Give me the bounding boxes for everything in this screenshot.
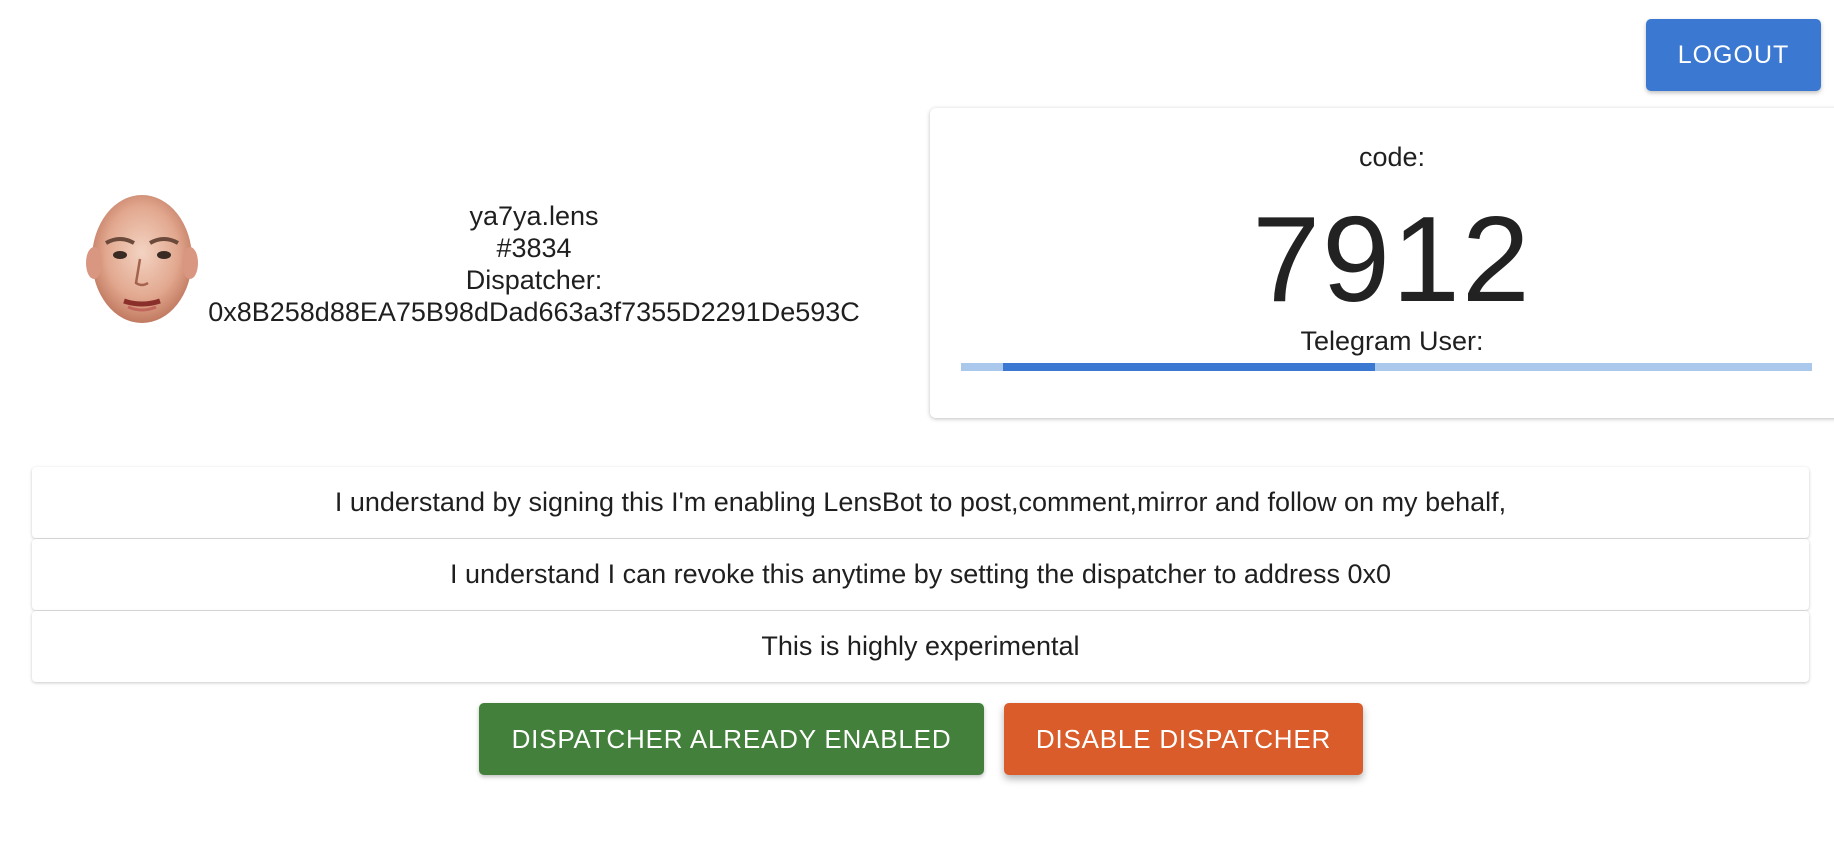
profile-id: #3834: [496, 233, 572, 263]
agreement-text: I understand I can revoke this anytime b…: [449, 559, 1392, 589]
agreement-row-revoke: I understand I can revoke this anytime b…: [32, 539, 1809, 610]
dispatcher-enabled-button[interactable]: DISPATCHER ALREADY ENABLED: [479, 703, 984, 775]
telegram-user-label: Telegram User:: [1300, 326, 1484, 356]
avatar: [80, 195, 204, 329]
dispatcher-address: 0x8B258d88EA75B98dDad663a3f7355D2291De59…: [208, 297, 860, 327]
agreement-text: This is highly experimental: [761, 631, 1080, 661]
agreement-row-enable: I understand by signing this I'm enablin…: [32, 467, 1809, 538]
code-card: code: 7912 Telegram User:: [930, 108, 1834, 418]
profile-handle: ya7ya.lens: [469, 201, 599, 231]
page: LOGOUT ya7ya.lens #3834 Dispatcher: 0x8B…: [0, 0, 1834, 852]
agreement-text: I understand by signing this I'm enablin…: [334, 487, 1507, 517]
progress-bar: [961, 363, 1812, 371]
disable-dispatcher-button[interactable]: DISABLE DISPATCHER: [1004, 703, 1363, 775]
profile-info: ya7ya.lens #3834 Dispatcher: 0x8B258d88E…: [194, 200, 874, 328]
avatar-face-image: [86, 195, 198, 323]
profile-section: ya7ya.lens #3834 Dispatcher: 0x8B258d88E…: [0, 195, 900, 335]
code-value: 7912: [1252, 191, 1532, 327]
agreement-row-experimental: This is highly experimental: [32, 611, 1809, 682]
code-label: code:: [1358, 142, 1426, 172]
dispatcher-label: Dispatcher:: [465, 265, 603, 295]
logout-button[interactable]: LOGOUT: [1646, 19, 1821, 91]
progress-bar-fill: [1003, 363, 1375, 371]
